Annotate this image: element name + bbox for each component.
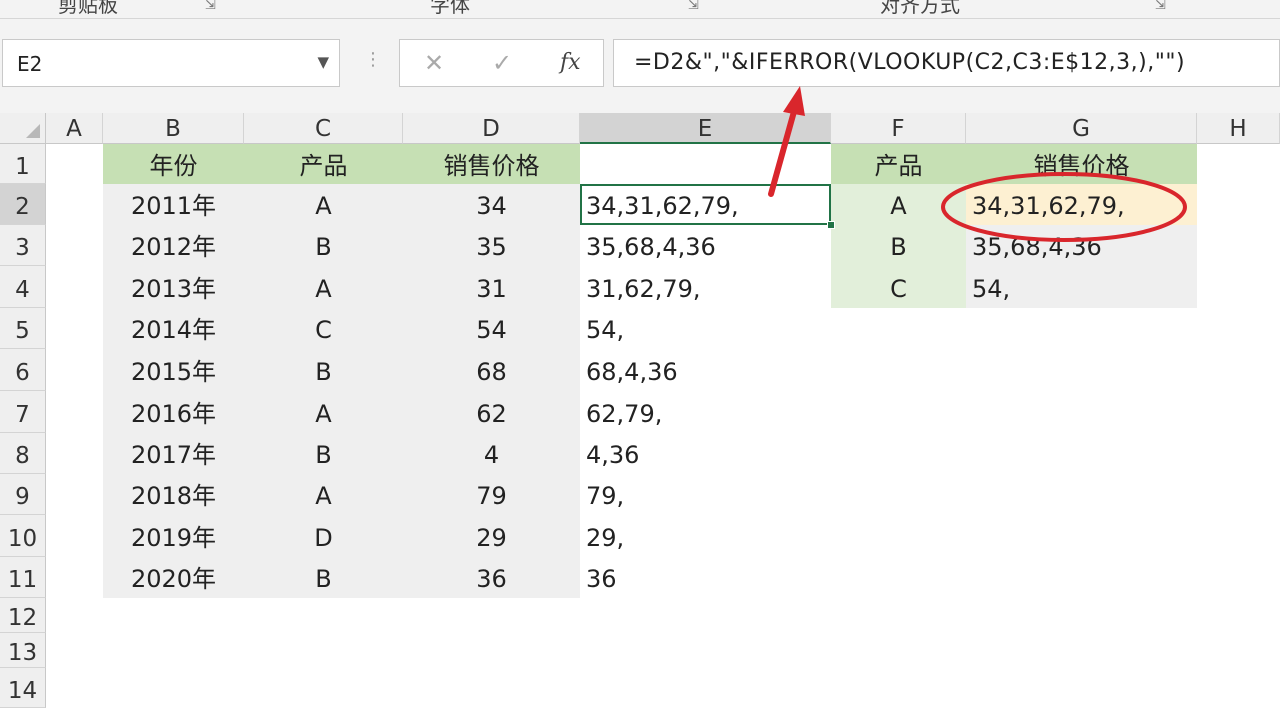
cell-product: D: [314, 524, 333, 552]
ribbon-strip: 剪贴板 ⇲ 字体 ⇲ 对齐方式 ⇲: [0, 0, 1280, 19]
fill-handle[interactable]: [827, 221, 835, 229]
active-cell-e2[interactable]: [580, 184, 831, 225]
cell-year: 2019年: [130, 524, 217, 552]
column-header-c[interactable]: C: [244, 113, 403, 144]
cell-price: 29: [476, 524, 507, 552]
cell-result: 68,4,36: [586, 358, 678, 386]
formula-bar: E2 ▼ ⋮ ✕ ✓ fx =D2&","&IFERROR(VLOOKUP(C2…: [0, 19, 1280, 114]
cell-result: 62,79,: [586, 400, 663, 428]
cell-year: 2015年: [130, 358, 217, 386]
cell-year: 2011年: [130, 192, 217, 220]
enter-icon[interactable]: ✓: [492, 49, 512, 77]
spreadsheet-grid[interactable]: A B C D E F G H 1 2 3 4 5 6 7 8 9 10 11 12 13 14 年份 产品 销售价格 2011年…: [0, 113, 1280, 708]
cell-price: 54: [476, 316, 507, 344]
cell-year: 2013年: [130, 275, 217, 303]
lookup-prices: 34,31,62,79,: [972, 192, 1125, 220]
cell-product: B: [315, 233, 332, 261]
cell-price: 35: [476, 233, 507, 261]
column-header-e[interactable]: E: [580, 113, 831, 144]
ribbon-group-clipboard: 剪贴板: [58, 0, 118, 17]
name-box-value: E2: [17, 52, 43, 76]
row-header-12[interactable]: 12: [0, 598, 46, 633]
row-header-10[interactable]: 10: [0, 515, 46, 557]
cell-price: 34: [476, 192, 507, 220]
cell-product: B: [315, 565, 332, 593]
row-header-8[interactable]: 8: [0, 433, 46, 474]
cell-result: 35,68,4,36: [586, 233, 716, 261]
cell-year: 2016年: [130, 400, 217, 428]
cell-result: 4,36: [586, 441, 640, 469]
row-header-7[interactable]: 7: [0, 391, 46, 433]
lookup-prices: 35,68,4,36: [972, 233, 1102, 261]
cell-year: 2017年: [130, 441, 217, 469]
ribbon-group-alignment: 对齐方式: [880, 0, 960, 17]
cell-price: 4: [483, 441, 500, 469]
lookup-prices: 54,: [972, 275, 1011, 303]
row-header-11[interactable]: 11: [0, 557, 46, 598]
formula-buttons: ✕ ✓ fx: [399, 39, 604, 87]
cell-product: A: [315, 192, 332, 220]
cell-product: A: [315, 275, 332, 303]
cell-result: 31,62,79,: [586, 275, 701, 303]
lookup-product: A: [890, 192, 907, 220]
cell-result: 79,: [586, 482, 625, 510]
row-header-14[interactable]: 14: [0, 668, 46, 708]
insert-function-icon[interactable]: fx: [560, 50, 581, 75]
formula-text: =D2&","&IFERROR(VLOOKUP(C2,C3:E$12,3,),"…: [634, 50, 1186, 75]
cell-product: A: [315, 400, 332, 428]
column-header-a[interactable]: A: [46, 113, 103, 144]
cell-product: B: [315, 441, 332, 469]
column-header-b[interactable]: B: [103, 113, 244, 144]
select-all-corner[interactable]: [0, 113, 46, 144]
cell-price: 79: [476, 482, 507, 510]
row-header-13[interactable]: 13: [0, 633, 46, 668]
row-header-2[interactable]: 2: [0, 184, 46, 225]
font-launcher-icon[interactable]: ⇲: [688, 0, 699, 13]
alignment-launcher-icon[interactable]: ⇲: [1155, 0, 1166, 13]
chevron-down-icon[interactable]: ▼: [317, 53, 329, 71]
cell-product: C: [315, 316, 332, 344]
clipboard-launcher-icon[interactable]: ⇲: [205, 0, 216, 13]
row-header-9[interactable]: 9: [0, 474, 46, 515]
column-header-g[interactable]: G: [966, 113, 1197, 144]
row-header-3[interactable]: 3: [0, 225, 46, 266]
header-price: 销售价格: [443, 152, 540, 180]
header-product: 产品: [299, 152, 348, 180]
lookup-header-product: 产品: [874, 152, 923, 180]
cell-price: 31: [476, 275, 507, 303]
lookup-product: B: [890, 233, 907, 261]
cell-year: 2012年: [130, 233, 217, 261]
cell-price: 36: [476, 565, 507, 593]
row-header-4[interactable]: 4: [0, 266, 46, 308]
drag-handle-icon[interactable]: ⋮: [364, 49, 382, 70]
cell-year: 2020年: [130, 565, 217, 593]
column-header-d[interactable]: D: [403, 113, 580, 144]
header-year: 年份: [149, 152, 198, 180]
cell-price: 68: [476, 358, 507, 386]
cell-price: 62: [476, 400, 507, 428]
cell-product: B: [315, 358, 332, 386]
row-header-5[interactable]: 5: [0, 308, 46, 349]
formula-input[interactable]: =D2&","&IFERROR(VLOOKUP(C2,C3:E$12,3,),"…: [613, 39, 1280, 87]
lookup-header-price: 销售价格: [1033, 152, 1130, 180]
cell-product: A: [315, 482, 332, 510]
lookup-product: C: [890, 275, 907, 303]
ribbon-group-font: 字体: [430, 0, 470, 17]
cancel-icon[interactable]: ✕: [424, 49, 444, 77]
row-header-1[interactable]: 1: [0, 144, 46, 184]
cell-result: 29,: [586, 524, 625, 552]
column-header-f[interactable]: F: [831, 113, 966, 144]
row-header-6[interactable]: 6: [0, 349, 46, 391]
cell-year: 2018年: [130, 482, 217, 510]
cell-result: 36: [586, 565, 617, 593]
cell-result: 54,: [586, 316, 625, 344]
name-box[interactable]: E2 ▼: [2, 39, 340, 87]
cell-year: 2014年: [130, 316, 217, 344]
column-header-h[interactable]: H: [1197, 113, 1280, 144]
